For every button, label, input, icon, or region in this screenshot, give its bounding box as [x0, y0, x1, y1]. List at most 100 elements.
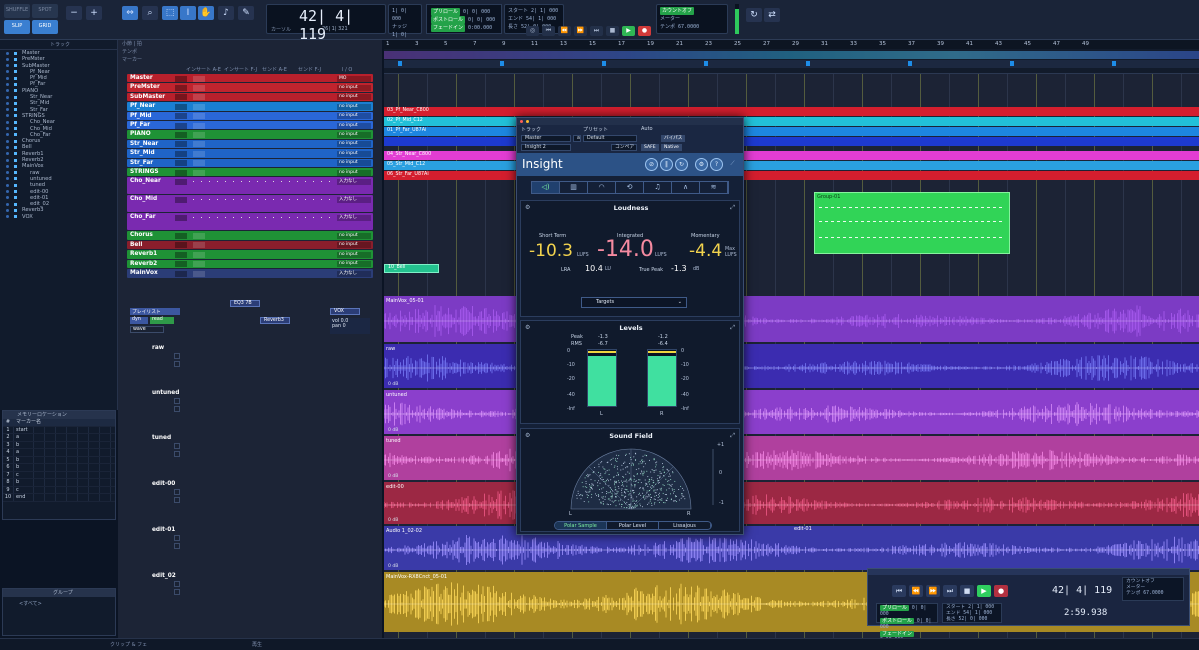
tw-fast-forward-button[interactable]: ⏩ [926, 585, 940, 597]
tw-main-counter[interactable]: 42| 4| 119 [1052, 585, 1112, 596]
mode-grid[interactable]: GRID [32, 20, 58, 34]
subtrack-buttons[interactable] [174, 535, 180, 553]
audio-clip[interactable]: 03_Pf_Near_C800 [384, 107, 1199, 116]
dyn-button[interactable]: dyn [130, 317, 148, 324]
insight-plugin-window[interactable]: トラック プリセット Auto Master a Default Insight… [516, 117, 744, 535]
selector-tool-button[interactable]: I [180, 6, 196, 20]
waveform-lane[interactable]: raw 0 dB [384, 344, 1199, 388]
marker-icon[interactable] [908, 61, 912, 66]
track-header-row[interactable]: Str_Far no input [127, 158, 373, 167]
track-list-item[interactable]: VOX [0, 214, 117, 220]
subtrack-name[interactable]: tuned [152, 435, 171, 441]
mainvox-output[interactable]: VOX [330, 308, 360, 315]
subtrack-name[interactable]: edit-01 [152, 527, 175, 533]
track-io-select[interactable]: no input [337, 94, 371, 101]
track-header-row[interactable]: Reverb2 no input [127, 259, 373, 268]
track-io-select[interactable]: 入力なし [337, 270, 371, 277]
track-io-select[interactable]: no input [337, 122, 371, 129]
track-show-icon[interactable] [6, 101, 9, 105]
track-show-icon[interactable] [6, 127, 9, 131]
track-io-select[interactable]: 入力なし [337, 214, 371, 221]
insert-slot[interactable] [193, 94, 205, 101]
rewind-button[interactable]: ⏪ [558, 26, 571, 36]
track-show-icon[interactable] [6, 108, 9, 112]
insert-slot[interactable] [193, 103, 205, 110]
track-io-select[interactable]: no input [337, 113, 371, 120]
track-show-icon[interactable] [6, 145, 9, 149]
mute-solo-buttons[interactable] [175, 242, 187, 249]
subtrack-name[interactable]: raw [152, 345, 164, 351]
grid-value-box[interactable]: 1| 0| 000 ナッジ 1| 0| 000 [388, 4, 422, 46]
tw-sub-counter[interactable]: 2:59.938 [1064, 608, 1107, 618]
mute-solo-buttons[interactable] [175, 270, 187, 277]
tw-rewind-button[interactable]: ⏪ [909, 585, 923, 597]
mute-solo-buttons[interactable] [175, 103, 187, 110]
track-header-row[interactable]: SubMaster no input [127, 92, 373, 102]
track-show-icon[interactable] [6, 152, 9, 156]
track-io-select[interactable]: no input [337, 103, 371, 110]
subtrack-buttons[interactable] [174, 443, 180, 461]
insert-slot[interactable] [193, 150, 205, 157]
track-header-row[interactable]: STRINGS no input [127, 168, 373, 177]
mute-solo-buttons[interactable] [175, 94, 187, 101]
waveform-lane[interactable]: edit-00 0 dB [384, 482, 1199, 524]
tempo-box[interactable]: カウントオフ メーター テンポ 67.0000 [656, 4, 728, 34]
track-show-icon[interactable] [6, 196, 9, 200]
track-name[interactable]: Pf_Near [130, 102, 155, 111]
subtrack-button[interactable] [174, 581, 180, 587]
tw-play-button[interactable]: ▶ [977, 585, 991, 597]
track-name[interactable]: MainVox [130, 269, 158, 278]
transport-titlebar[interactable] [868, 569, 1189, 575]
track-io-select[interactable]: no input [337, 169, 371, 176]
track-show-icon[interactable] [6, 89, 9, 93]
bars-view-icon[interactable]: ▥ [560, 182, 588, 193]
memory-location-row[interactable]: 1 start [3, 426, 115, 434]
subtrack-name[interactable]: edit-00 [152, 481, 175, 487]
track-name[interactable]: Chorus [130, 231, 153, 240]
memory-location-row[interactable]: 3b [3, 441, 115, 449]
audio-clip[interactable]: 02_Pf_Mid_C12 [384, 117, 1199, 126]
spectrum-view-icon[interactable]: ∧ [672, 182, 700, 193]
audio-clip[interactable]: 01_Pf_Far_U87Ai [384, 127, 1199, 136]
magnifier-tool-icon[interactable]: ⌕ [142, 6, 158, 20]
tw-rewind-to-start-button[interactable]: ⏮ [892, 585, 906, 597]
subtrack-button[interactable] [174, 497, 180, 503]
track-name[interactable]: SubMaster [130, 93, 165, 102]
main-counter[interactable]: 42| 4| 119 カーソル 26| 1| 321 [266, 4, 386, 43]
reset-icon[interactable]: ⊘ [645, 158, 658, 171]
memory-location-row[interactable]: 5b [3, 456, 115, 464]
history-view-icon[interactable]: ⟲ [616, 182, 644, 193]
insert-slot[interactable] [193, 141, 205, 148]
track-select[interactable]: Master [521, 135, 571, 142]
subtrack-name[interactable]: untuned [152, 390, 179, 396]
mode-shuffle[interactable]: SHUFFLE [4, 4, 30, 18]
loop-icon[interactable]: ↻ [746, 8, 762, 22]
mute-solo-buttons[interactable] [175, 261, 187, 268]
track-io-select[interactable]: no input [337, 232, 371, 239]
online-button[interactable]: ◎ [526, 26, 539, 36]
track-io-select[interactable]: MO [337, 75, 371, 82]
insert-slot[interactable] [193, 270, 205, 277]
track-io-select[interactable]: no input [337, 261, 371, 268]
memory-location-row[interactable]: 6b [3, 464, 115, 472]
track-io-select[interactable]: no input [337, 251, 371, 258]
marker-icon[interactable] [1112, 61, 1116, 66]
marker-icon[interactable] [704, 61, 708, 66]
track-header-row[interactable]: Str_Mid no input [127, 149, 373, 158]
mode-spot[interactable]: SPOT [32, 4, 58, 18]
scrub-tool-icon[interactable]: ♪ [218, 6, 234, 20]
memory-location-row[interactable]: 7c [3, 471, 115, 479]
bell-clip[interactable]: 10_Bell [384, 264, 439, 273]
tw-stop-button[interactable]: ■ [960, 585, 974, 597]
insert-slot[interactable] [193, 251, 205, 258]
preset-select[interactable]: Default [583, 135, 637, 142]
track-header-row[interactable]: Cho_Mid 入力なし [127, 195, 373, 213]
track-name[interactable]: Bell [130, 241, 142, 250]
subtrack-button[interactable] [174, 398, 180, 404]
subtrack-buttons[interactable] [174, 581, 180, 599]
track-name[interactable]: Str_Mid [130, 149, 155, 158]
group-clip[interactable]: Group-01 [814, 192, 1010, 254]
subtrack-name[interactable]: edit_02 [152, 573, 176, 579]
waveform-lane[interactable]: tuned 0 dB [384, 436, 1199, 480]
subtrack-button[interactable] [174, 489, 180, 495]
